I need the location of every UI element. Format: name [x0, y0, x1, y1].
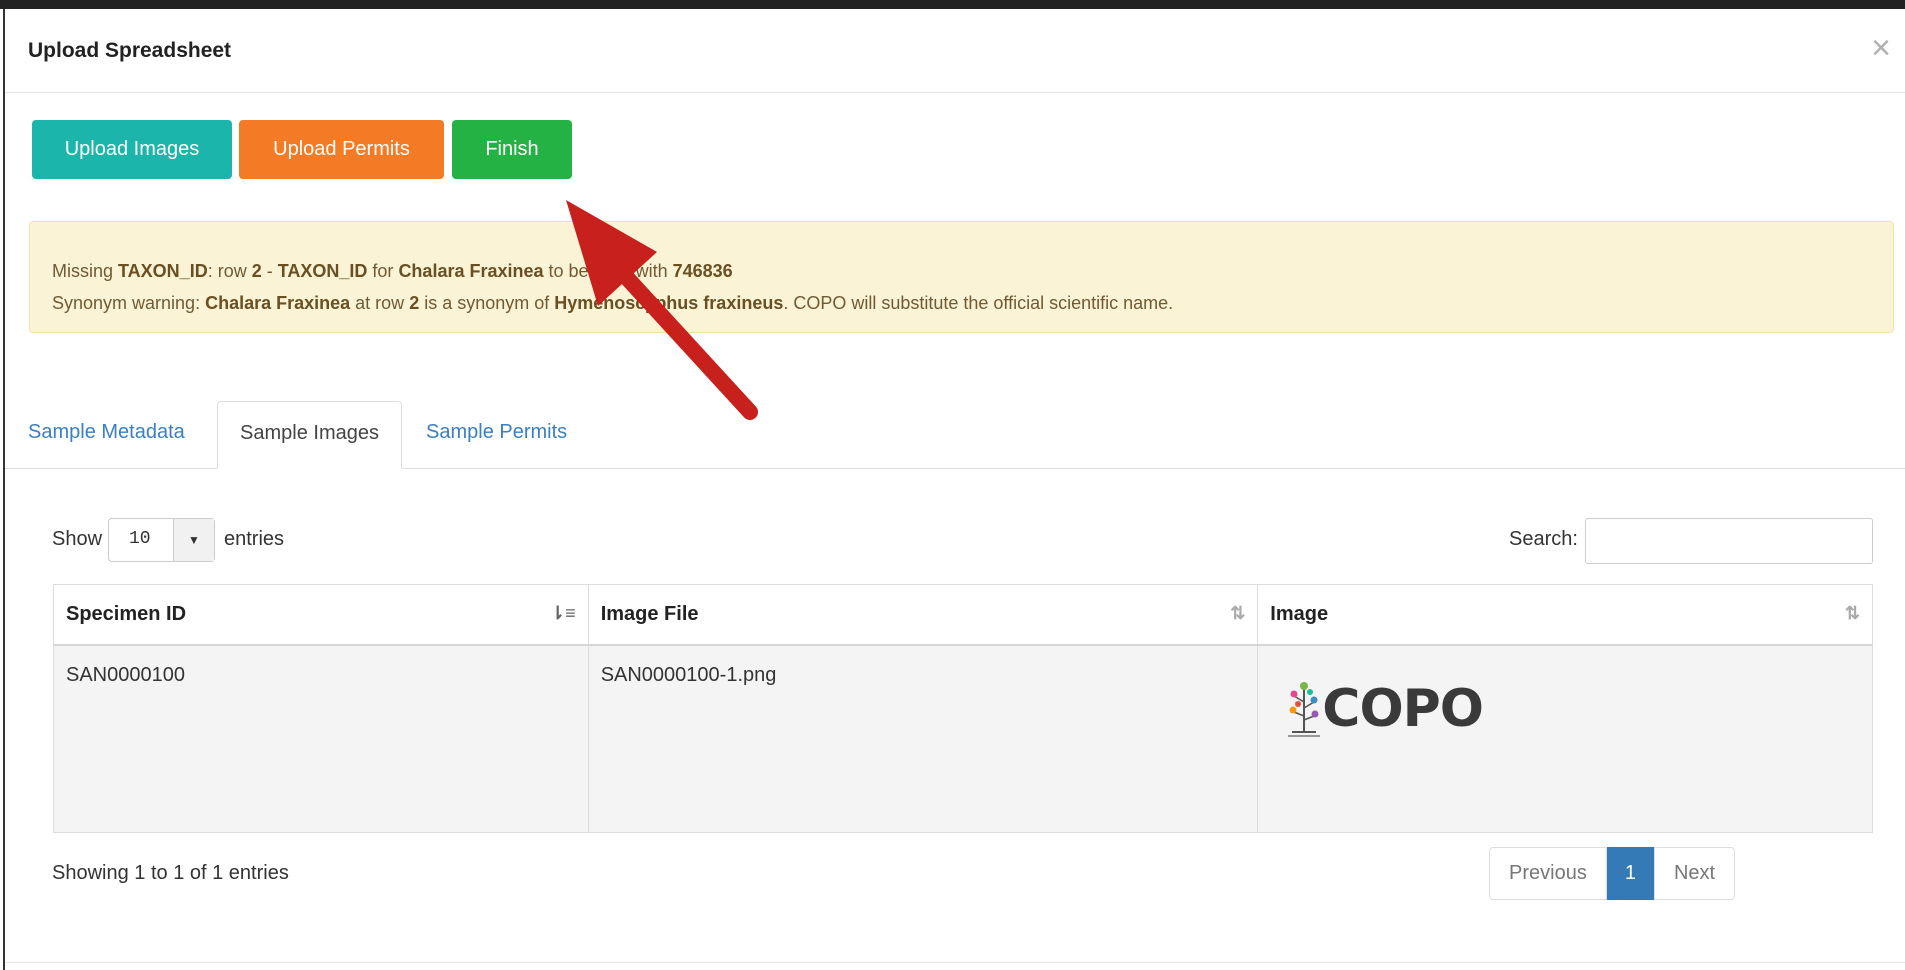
copo-logo-image: COPO	[1286, 678, 1860, 740]
modal-footer-divider	[5, 962, 1905, 963]
specimen-id-cell: SAN0000100	[53, 644, 589, 833]
copo-logo-text: COPO	[1322, 678, 1484, 739]
page-1-button[interactable]: 1	[1606, 847, 1654, 900]
finish-button[interactable]: Finish	[452, 120, 572, 179]
previous-page-button[interactable]: Previous	[1489, 847, 1607, 900]
tab-sample-permits[interactable]: Sample Permits	[426, 401, 567, 468]
search-input[interactable]	[1585, 518, 1873, 564]
table-row: SAN0000100 SAN0000100-1.png COPO	[53, 644, 1873, 833]
top-dark-strip	[0, 0, 1905, 9]
warning-alert: Missing TAXON_ID: row 2 - TAXON_ID for C…	[29, 221, 1894, 333]
entries-label: entries	[224, 528, 285, 550]
image-cell: COPO	[1257, 644, 1873, 833]
upload-permits-button[interactable]: Upload Permits	[239, 120, 444, 179]
tab-sample-images[interactable]: Sample Images	[217, 401, 402, 469]
modal-title: Upload Spreadsheet	[28, 39, 232, 62]
dropdown-caret-icon[interactable]: ▼	[173, 519, 214, 561]
tab-sample-metadata[interactable]: Sample Metadata	[28, 401, 185, 468]
next-page-button[interactable]: Next	[1653, 847, 1736, 900]
modal-header: Upload Spreadsheet ×	[5, 9, 1905, 93]
show-label: Show	[52, 528, 103, 550]
sort-icon: ⇅	[1230, 603, 1246, 623]
table-info: Showing 1 to 1 of 1 entries	[52, 862, 289, 884]
synonym-warning-message: Synonym warning: Chalara Fraxinea at row…	[52, 293, 1174, 313]
copo-tree-icon	[1288, 681, 1321, 737]
sample-images-table: Specimen ID ⇂≡ Image File ⇅ Image ⇅ SAN0…	[53, 584, 1873, 833]
column-header-image[interactable]: Image ⇅	[1257, 584, 1873, 646]
page-size-value: 10	[129, 529, 151, 549]
image-file-cell: SAN0000100-1.png	[587, 644, 1259, 833]
upload-spreadsheet-modal: Upload Spreadsheet × Upload Images Uploa…	[3, 9, 1905, 970]
column-header-image-file[interactable]: Image File ⇅	[587, 584, 1259, 646]
tab-bar: Sample Metadata Sample Images Sample Per…	[5, 401, 1905, 469]
missing-taxon-message: Missing TAXON_ID: row 2 - TAXON_ID for C…	[52, 261, 733, 281]
search-label: Search:	[1509, 528, 1578, 550]
pagination: Previous 1 Next	[1489, 847, 1736, 900]
sort-icon: ⇂≡	[550, 603, 576, 623]
column-header-specimen-id[interactable]: Specimen ID ⇂≡	[53, 584, 589, 646]
close-icon[interactable]: ×	[1871, 31, 1891, 65]
upload-images-button[interactable]: Upload Images	[32, 120, 232, 179]
sort-icon: ⇅	[1844, 603, 1860, 623]
page-size-select[interactable]: 10 ▼	[108, 518, 215, 562]
